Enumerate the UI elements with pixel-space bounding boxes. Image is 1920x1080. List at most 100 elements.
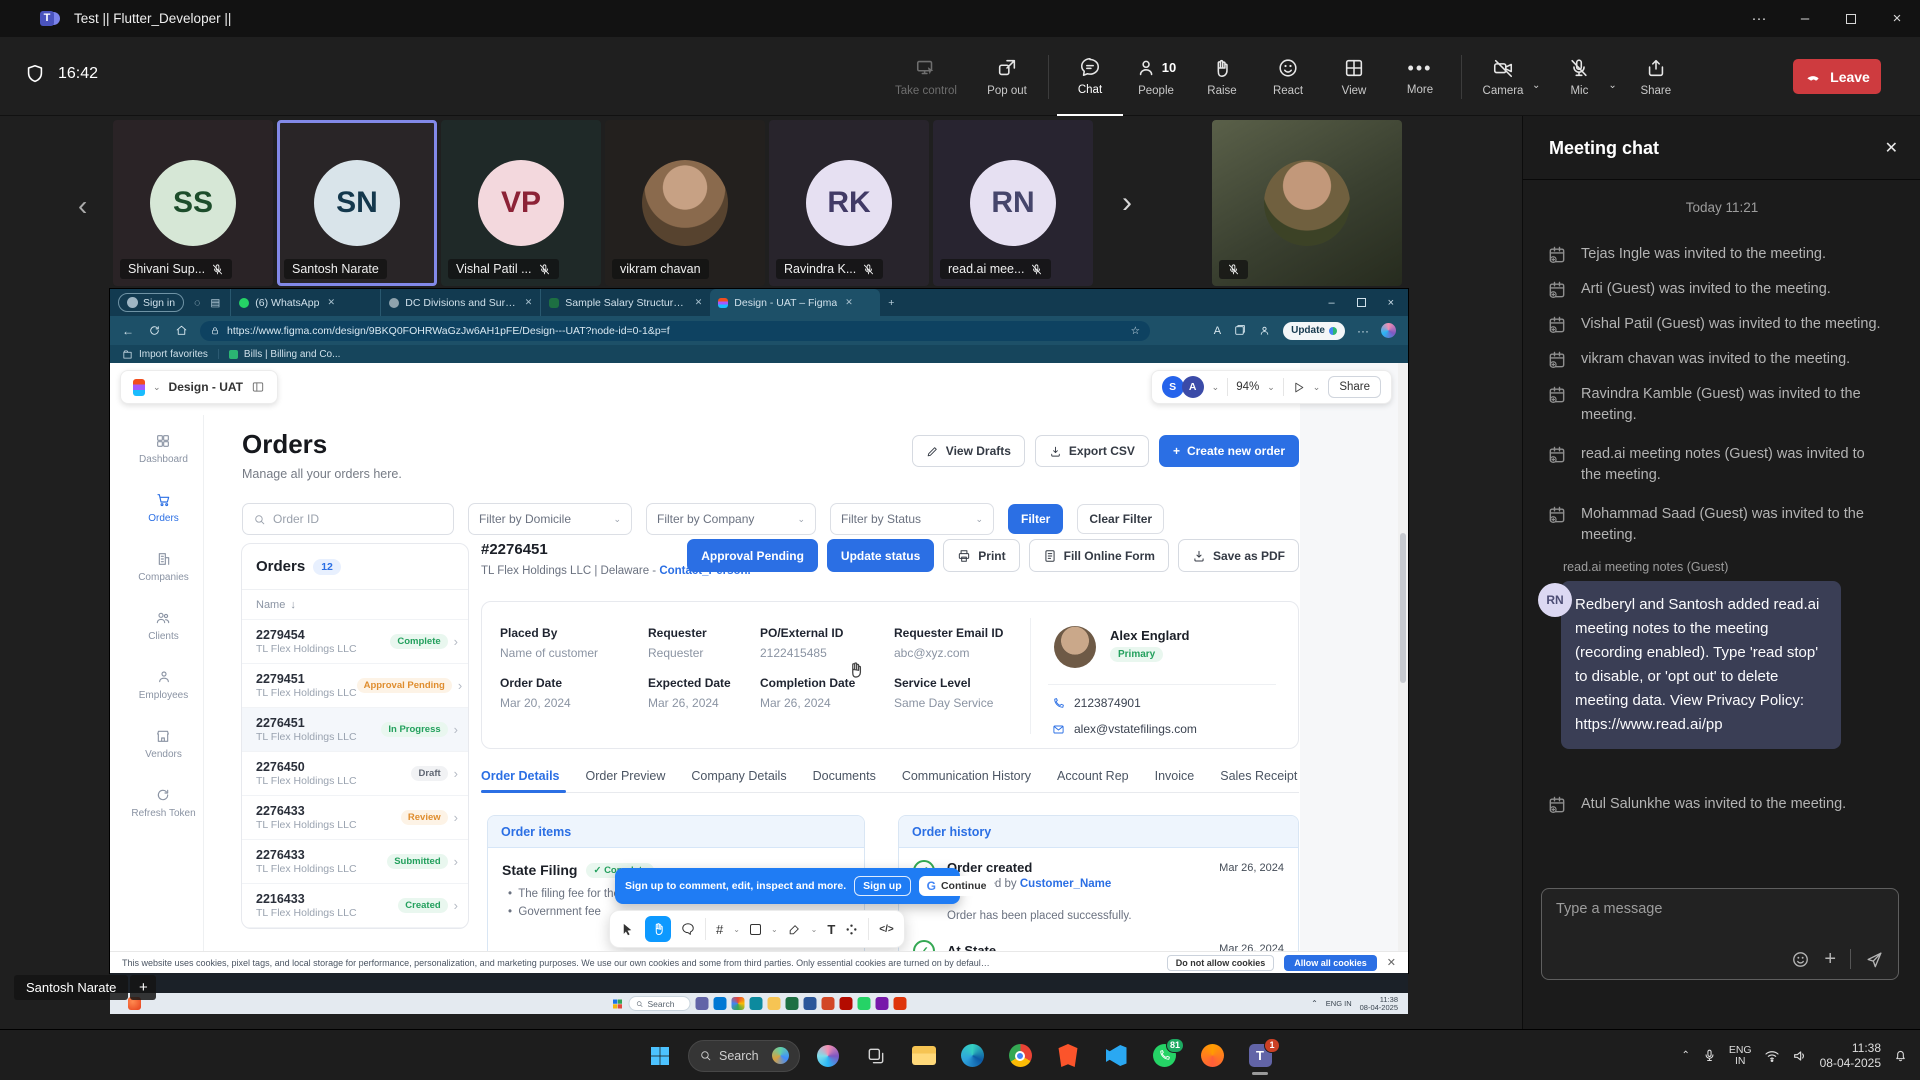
- browser-tab[interactable]: DC Divisions and Surroundings✕: [380, 289, 540, 316]
- browser-close-icon[interactable]: ×: [1388, 297, 1394, 309]
- collaborator-avatar[interactable]: A: [1182, 376, 1204, 398]
- leave-button[interactable]: Leave: [1793, 59, 1881, 94]
- continue-with-google-button[interactable]: GContinue: [919, 876, 995, 896]
- shared-app-icon[interactable]: [858, 997, 871, 1010]
- figma-file-menu[interactable]: ⌄ Design - UAT: [120, 370, 278, 404]
- participant-tile[interactable]: RK Ravindra K...: [769, 120, 929, 286]
- shared-app-icon[interactable]: [696, 997, 709, 1010]
- contact-phone[interactable]: 2123874901: [1074, 696, 1141, 710]
- filter-domicile-dropdown[interactable]: Filter by Domicile⌄: [468, 503, 632, 535]
- tab-close-icon[interactable]: ✕: [845, 297, 853, 308]
- collaborator-avatar[interactable]: S: [1162, 376, 1184, 398]
- read-aloud-icon[interactable]: A: [1214, 325, 1221, 337]
- clear-filter-button[interactable]: Clear Filter: [1077, 504, 1164, 534]
- raise-button[interactable]: Raise: [1189, 37, 1255, 116]
- teams-taskbar-icon[interactable]: T 1: [1240, 1036, 1280, 1076]
- frame-tool-icon[interactable]: #: [716, 922, 723, 937]
- edge-icon[interactable]: [952, 1036, 992, 1076]
- export-csv-button[interactable]: Export CSV: [1035, 435, 1149, 467]
- tab-sales-receipt[interactable]: Sales Receipt: [1220, 769, 1297, 783]
- sidebar-item-refresh-token[interactable]: Refresh Token: [131, 787, 195, 819]
- participant-tile[interactable]: [1212, 120, 1402, 286]
- brave-icon[interactable]: [1048, 1036, 1088, 1076]
- file-explorer-icon[interactable]: [904, 1036, 944, 1076]
- order-row[interactable]: 2279454TL Flex Holdings LLC Complete›: [242, 620, 468, 664]
- approval-pending-button[interactable]: Approval Pending: [687, 539, 818, 572]
- sidebar-item-clients[interactable]: Clients: [148, 610, 179, 642]
- tab-close-icon[interactable]: ✕: [327, 297, 335, 308]
- whatsapp-icon[interactable]: 81: [1144, 1036, 1184, 1076]
- copilot-taskbar-icon[interactable]: [808, 1036, 848, 1076]
- camera-chevron-icon[interactable]: ⌄: [1532, 80, 1540, 91]
- chevron-down-icon[interactable]: ⌄: [1212, 382, 1220, 393]
- refresh-icon[interactable]: [148, 324, 161, 337]
- hand-tool-active[interactable]: [645, 916, 671, 942]
- chrome-icon[interactable]: [1000, 1036, 1040, 1076]
- column-header[interactable]: Name: [256, 599, 285, 611]
- address-field[interactable]: https://www.figma.com/design/9BKQ0FOHRWa…: [200, 321, 1150, 341]
- order-id-input[interactable]: [273, 512, 433, 526]
- filter-status-dropdown[interactable]: Filter by Status⌄: [830, 503, 994, 535]
- order-row[interactable]: 2276433TL Flex Holdings LLC Review›: [242, 796, 468, 840]
- shared-app-icon[interactable]: [822, 997, 835, 1010]
- chat-input-box[interactable]: +: [1541, 888, 1899, 980]
- tab-company-details[interactable]: Company Details: [691, 769, 786, 783]
- component-tool-icon[interactable]: [845, 923, 858, 936]
- pop-out-button[interactable]: Pop out: [974, 37, 1040, 116]
- tab-documents[interactable]: Documents: [813, 769, 876, 783]
- signup-button[interactable]: Sign up: [854, 876, 911, 896]
- pen-tool-icon[interactable]: [788, 923, 801, 936]
- shared-lang-indicator[interactable]: ENG IN: [1326, 1000, 1352, 1008]
- browser-minimize-icon[interactable]: –: [1328, 297, 1334, 309]
- react-button[interactable]: React: [1255, 37, 1321, 116]
- sidebar-item-dashboard[interactable]: Dashboard: [139, 433, 188, 465]
- allow-cookies-button[interactable]: Allow all cookies: [1284, 955, 1377, 971]
- mic-chevron-icon[interactable]: ⌄: [1608, 80, 1616, 91]
- deny-cookies-button[interactable]: Do not allow cookies: [1167, 955, 1275, 971]
- dev-mode-icon[interactable]: </>: [879, 924, 893, 935]
- favorite-star-icon[interactable]: ☆: [1131, 325, 1140, 337]
- tab-close-icon[interactable]: ✕: [525, 297, 533, 308]
- cookie-close-icon[interactable]: ✕: [1387, 956, 1396, 969]
- sidebar-item-employees[interactable]: Employees: [139, 669, 188, 701]
- figma-share-button[interactable]: Share: [1328, 376, 1381, 398]
- attach-plus-icon[interactable]: +: [1824, 950, 1836, 968]
- view-button[interactable]: View: [1321, 37, 1387, 116]
- zoom-chevron-icon[interactable]: ⌄: [1267, 382, 1275, 393]
- browser-settings-icon[interactable]: ···: [1357, 324, 1369, 338]
- participant-tile[interactable]: RN read.ai mee...: [933, 120, 1093, 286]
- bookmark-item[interactable]: Import favorites: [139, 349, 208, 360]
- shared-search-box[interactable]: Search: [629, 996, 691, 1011]
- vscode-icon[interactable]: [1096, 1036, 1136, 1076]
- language-indicator[interactable]: ENGIN: [1729, 1045, 1752, 1067]
- shared-app-icon[interactable]: [840, 997, 853, 1010]
- tray-chevron-icon[interactable]: ⌃: [1681, 1050, 1689, 1061]
- wifi-icon[interactable]: [1764, 1048, 1780, 1064]
- shared-start-icon[interactable]: [612, 998, 624, 1010]
- people-button[interactable]: 10 People: [1123, 37, 1189, 116]
- workspaces-icon[interactable]: ◌: [194, 297, 200, 309]
- camera-button[interactable]: Camera: [1470, 37, 1536, 116]
- taskbar-clock[interactable]: 11:3808-04-2025: [1820, 1041, 1881, 1071]
- chat-close-icon[interactable]: ✕: [1885, 138, 1898, 158]
- customer-name-link[interactable]: Customer_Name: [1020, 878, 1111, 890]
- participant-tile[interactable]: SN Santosh Narate: [277, 120, 437, 286]
- notification-bell-icon[interactable]: [1893, 1048, 1908, 1063]
- shared-app-icon[interactable]: [876, 997, 889, 1010]
- shared-app-icon[interactable]: [804, 997, 817, 1010]
- order-row-selected[interactable]: 2276451TL Flex Holdings LLC In Progress›: [242, 708, 468, 752]
- vertical-tabs-icon[interactable]: ▤: [210, 297, 220, 309]
- tiles-scroll-left-icon[interactable]: ‹: [78, 192, 87, 220]
- tab-communication-history[interactable]: Communication History: [902, 769, 1031, 783]
- sidebar-item-companies[interactable]: Companies: [138, 551, 189, 583]
- print-button[interactable]: Print: [943, 539, 1019, 572]
- bookmark-item[interactable]: Bills | Billing and Co...: [244, 349, 341, 360]
- filter-company-dropdown[interactable]: Filter by Company⌄: [646, 503, 816, 535]
- order-row[interactable]: 2276450TL Flex Holdings LLC Draft›: [242, 752, 468, 796]
- window-minimize-button[interactable]: –: [1782, 0, 1828, 37]
- comment-tool-icon[interactable]: [681, 922, 695, 936]
- shared-app-icon[interactable]: [768, 997, 781, 1010]
- contact-email[interactable]: alex@vstatefilings.com: [1074, 722, 1197, 736]
- shared-app-icon[interactable]: [714, 997, 727, 1010]
- text-tool-icon[interactable]: T: [827, 922, 835, 937]
